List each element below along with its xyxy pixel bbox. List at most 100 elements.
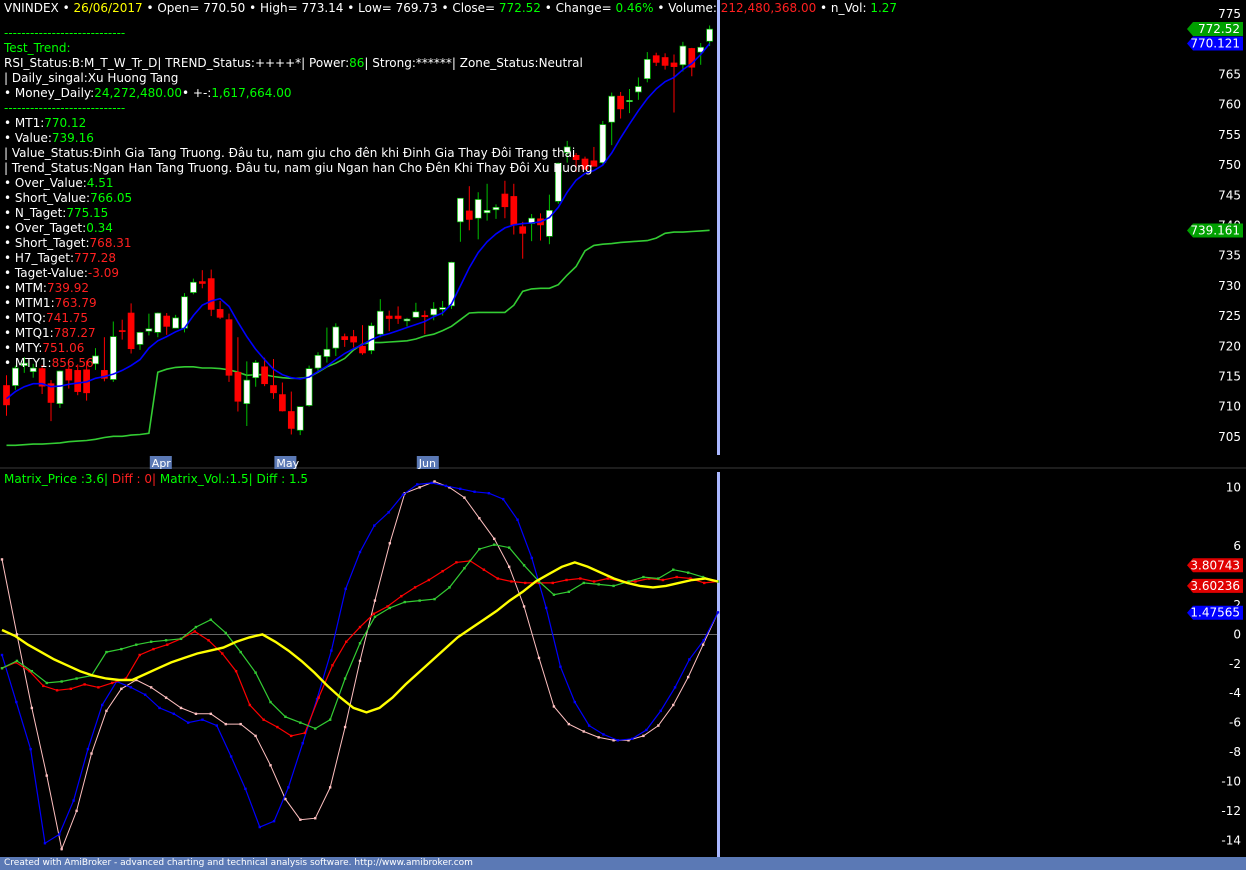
red-line-point	[110, 681, 114, 685]
blue-line-point	[29, 747, 32, 751]
diff-label: Diff : 0|	[111, 472, 157, 486]
green-line-point	[15, 659, 19, 663]
metric-line: • Taget-Value:-3.09	[4, 266, 119, 280]
y-tick-label: 10	[1226, 480, 1241, 494]
pink-line-point	[507, 565, 511, 568]
green-line-point	[284, 715, 287, 718]
red-line-point	[193, 630, 196, 633]
blue-line-point	[258, 825, 261, 829]
metric-line: • Over_Value:4.51	[4, 176, 114, 190]
metric-line: • MTY1:856.56	[4, 356, 94, 370]
cursor-bar-lower	[717, 472, 720, 857]
red-line-point	[331, 664, 334, 667]
cursor-bar	[717, 0, 720, 455]
red-value-tag: 3.80743	[1190, 558, 1240, 572]
green-line-point	[463, 567, 466, 570]
red-line-point	[496, 577, 499, 580]
pink-line-point	[314, 817, 317, 820]
green-line-point	[60, 680, 63, 683]
money-daily-line: • Money_Daily:24,272,480.00• +-:1,617,66…	[4, 86, 292, 100]
candle-body	[599, 124, 607, 163]
red-line-point	[606, 577, 610, 580]
green-line-point	[642, 575, 645, 579]
blue-line-point	[502, 497, 505, 501]
green-line-point	[358, 642, 362, 645]
pink-line-point	[269, 764, 272, 767]
green-line-point	[328, 718, 332, 721]
pink-line-point	[328, 786, 332, 789]
blue-line-point	[158, 706, 161, 710]
red-line-point	[166, 643, 169, 646]
candle-body	[243, 379, 251, 405]
symbol: VNINDEX	[4, 1, 59, 15]
y-tick-label: -10	[1221, 774, 1241, 788]
green-line-point	[45, 681, 48, 685]
red-line-point	[289, 734, 293, 738]
pink-line-point	[701, 643, 705, 646]
blue-line-point	[459, 487, 462, 491]
y-tick-label: 730	[1218, 279, 1241, 293]
blue-line-point	[645, 728, 648, 732]
candle-body	[74, 370, 82, 392]
blue-line-point	[129, 686, 133, 689]
green-line-point	[657, 577, 660, 580]
green-line-point	[239, 650, 242, 654]
red-line-point	[441, 569, 444, 573]
red-line-point	[345, 640, 348, 643]
green-line-point	[507, 546, 511, 549]
green-line-point	[672, 568, 675, 571]
pink-line-point	[60, 847, 63, 851]
y-tick-label: 755	[1218, 128, 1241, 142]
candle-body	[305, 368, 313, 406]
blue-line-point	[444, 484, 448, 488]
pink-line-point	[299, 818, 302, 821]
power-value: 86	[349, 56, 365, 70]
blue-line-point	[0, 653, 4, 657]
green-line-point	[269, 700, 272, 704]
candle-body	[3, 385, 10, 406]
symbol-header: VNINDEX • 26/06/2017 • Open= 770.50 • Hi…	[4, 1, 898, 15]
blue-line-point	[287, 786, 290, 789]
separator: ----------------------------	[4, 26, 126, 40]
money-change: 1,617,664.00	[211, 86, 292, 100]
green-line-point	[388, 606, 392, 610]
header-nvol: 1.27	[870, 1, 898, 15]
pink-line-point	[686, 675, 690, 679]
green-line-point	[254, 671, 257, 674]
blue-line-point	[559, 665, 562, 668]
green-line-point	[522, 564, 526, 567]
pink-line-point	[105, 709, 108, 713]
green-line-point	[493, 543, 496, 546]
blue-line-point	[201, 718, 204, 721]
pink-line-point	[418, 486, 421, 489]
blue-line-point	[229, 755, 233, 758]
green-line-point	[433, 597, 436, 601]
pink-line-point	[343, 725, 347, 729]
y-tick-label: 760	[1218, 98, 1241, 112]
header-open: 770.50	[203, 1, 246, 15]
green-line-point	[209, 618, 213, 621]
indicator-header: Matrix_Price :3.6| Diff : 0| Matrix_Vol.…	[4, 472, 308, 487]
red-line-point	[592, 580, 596, 583]
red-line-point	[482, 568, 486, 571]
red-line-point	[303, 731, 307, 735]
candle-body	[56, 370, 64, 405]
blue-line-point	[144, 693, 147, 696]
blue-line-point	[72, 799, 75, 802]
blue-line-point	[301, 742, 304, 745]
green-line-point	[552, 593, 556, 596]
pink-line-point	[567, 722, 571, 726]
y-tick-label: 6	[1233, 539, 1241, 553]
red-line-point	[455, 561, 458, 564]
green-line-point	[135, 643, 138, 646]
blue-line-point	[487, 492, 491, 495]
candle-body	[661, 57, 669, 66]
y-tick-label: 775	[1218, 7, 1241, 21]
metric-line: • H7_Taget:777.28	[4, 251, 116, 265]
red-line-point	[413, 586, 417, 589]
pink-line-point	[373, 599, 377, 602]
diff-label-2: Diff : 1.5	[256, 472, 309, 486]
pink-line-point	[478, 517, 481, 520]
pink-line-point	[672, 703, 675, 707]
pink-line-point	[209, 712, 213, 716]
